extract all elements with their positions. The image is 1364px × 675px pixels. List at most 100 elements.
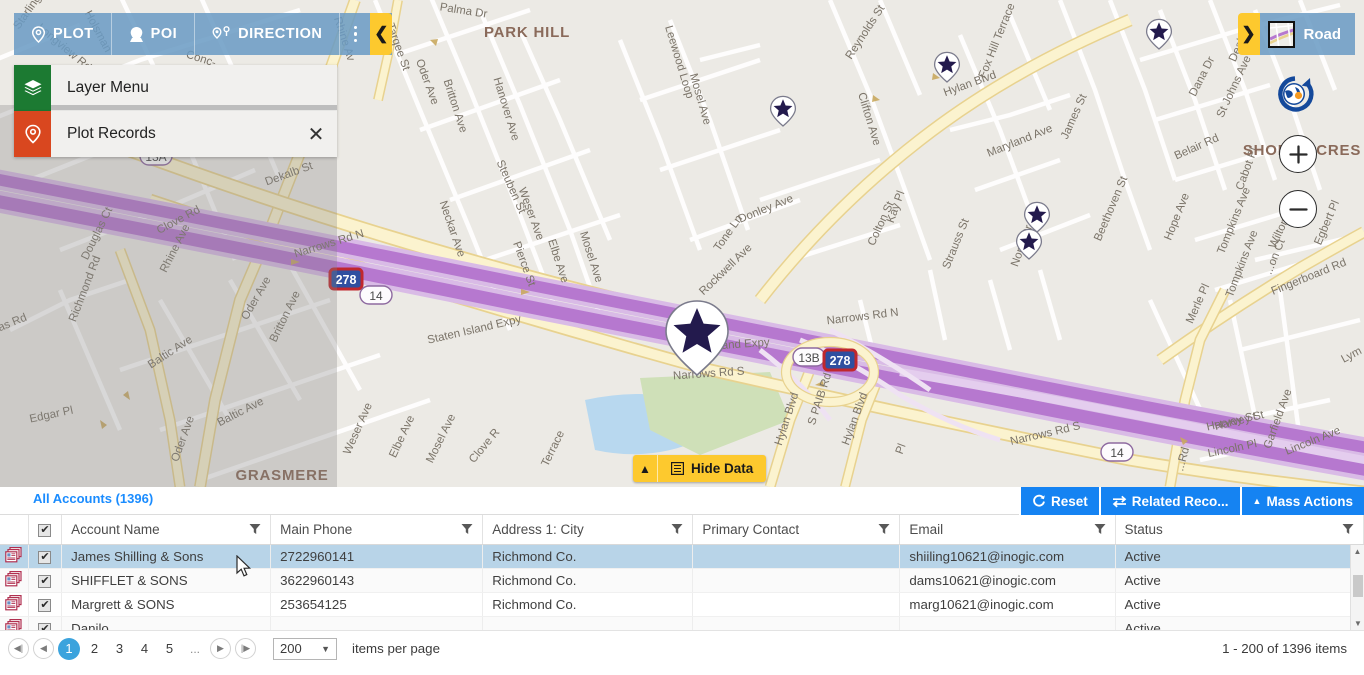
funnel-icon[interactable] [461,523,473,535]
row-checkbox[interactable]: ✔ [38,550,52,564]
cell-status[interactable]: Active [1115,592,1364,617]
page-ellipsis: ... [190,641,201,656]
cell-account-name[interactable]: SHIFFLET & SONS [61,568,272,593]
cell-main-phone[interactable]: 253654125 [270,592,484,617]
transfer-icon [1112,495,1127,507]
reset-button[interactable]: Reset [1018,487,1099,515]
toolbar-poi-button[interactable]: POI [112,13,196,55]
records-table-body: ✔ James Shilling & Sons 2722960141 Richmond… [0,544,1364,631]
table-row[interactable]: ✔ Margrett & SONS 253654125 Richmond Co. mar… [0,592,1364,617]
grid-vertical-scrollbar[interactable]: ▲ ▼ [1350,544,1364,631]
header-main-phone[interactable]: Main Phone [270,515,484,545]
toolbar-direction-button[interactable]: DIRECTION [195,13,341,55]
select-all-checkbox[interactable]: ✔ [38,523,52,537]
cell-email[interactable] [899,616,1116,631]
scroll-down-icon[interactable]: ▼ [1351,617,1364,631]
cell-main-phone[interactable]: 3622960143 [270,568,484,593]
toolbar-plot-button[interactable]: PLOT [14,13,112,55]
cell-city[interactable]: Richmond Co. [482,544,694,569]
map-type-road-button[interactable]: Road [1259,13,1355,55]
cell-status[interactable]: Active [1115,568,1364,593]
row-checkbox[interactable]: ✔ [38,598,52,612]
cell-city[interactable]: Richmond Co. [482,568,694,593]
svg-text:278: 278 [830,354,851,368]
highway-shield: 278 [328,267,364,291]
cell-city[interactable] [482,616,694,631]
svg-text:14: 14 [1110,446,1124,460]
plot-records-panel[interactable]: Plot Records ✕ [14,111,337,157]
cell-account-name[interactable]: James Shilling & Sons [61,544,272,569]
page-button-3[interactable]: 3 [109,638,130,659]
chevron-right-icon[interactable]: ❯ [1237,13,1260,55]
header-address-city[interactable]: Address 1: City [482,515,694,545]
cell-email[interactable]: marg10621@inogic.com [899,592,1116,617]
cell-main-phone[interactable]: 2722960141 [270,544,484,569]
zoom-in-button[interactable] [1279,135,1317,173]
zoom-out-button[interactable] [1279,190,1317,228]
cell-account-name[interactable]: Margrett & SONS [61,592,272,617]
cell-email[interactable]: dams10621@inogic.com [899,568,1116,593]
hide-data-button[interactable]: ▲ Hide Data [633,455,767,482]
close-icon[interactable]: ✕ [295,111,337,157]
scroll-up-icon[interactable]: ▲ [1351,545,1364,559]
cell-primary-contact[interactable] [692,616,901,631]
table-body-viewport[interactable]: ✔ James Shilling & Sons 2722960141 Richmond… [0,544,1364,631]
header-primary-contact[interactable]: Primary Contact [692,515,901,545]
plot-pin-icon [31,25,46,43]
header-email-label: Email [909,521,944,537]
cell-city[interactable]: Richmond Co. [482,592,694,617]
cell-main-phone[interactable] [270,616,484,631]
header-account-name-label: Account Name [71,521,160,537]
view-title[interactable]: All Accounts (1396) [33,491,153,506]
direction-pin-icon [212,25,230,39]
table-row[interactable]: ✔ Danilo Active [0,616,1364,631]
cell-email[interactable]: shiiling10621@inogic.com [899,544,1116,569]
page-button-5[interactable]: 5 [159,638,180,659]
first-page-icon[interactable]: ◀| [8,638,29,659]
table-row[interactable]: ✔ James Shilling & Sons 2722960141 Richmond… [0,544,1364,569]
caret-down-icon: ▼ [321,643,331,654]
table-row[interactable]: ✔ SHIFFLET & SONS 3622960143 Richmond Co. da… [0,568,1364,593]
row-records-icon-cell[interactable] [0,568,29,593]
page-size-select[interactable]: 200 ▼ [273,637,338,660]
cell-account-name[interactable]: Danilo [61,616,272,631]
cell-status[interactable]: Active [1115,616,1364,631]
globe-refresh-icon[interactable] [1274,73,1316,120]
mass-actions-button[interactable]: ▲ Mass Actions [1239,487,1364,515]
header-select-all-cell[interactable]: ✔ [28,515,63,545]
layers-icon [14,65,51,111]
funnel-icon[interactable] [249,523,261,535]
header-status[interactable]: Status [1115,515,1364,545]
scrollbar-thumb[interactable] [1353,574,1363,597]
funnel-icon[interactable] [1342,523,1354,535]
row-checkbox-cell[interactable]: ✔ [28,616,63,631]
cell-status[interactable]: Active [1115,544,1364,569]
more-vertical-icon[interactable] [340,13,370,55]
related-records-button[interactable]: Related Reco... [1098,487,1240,515]
row-checkbox-cell[interactable]: ✔ [28,568,63,593]
funnel-icon[interactable] [671,523,683,535]
page-button-1[interactable]: 1 [58,637,80,660]
page-button-4[interactable]: 4 [134,638,155,659]
funnel-icon[interactable] [878,523,890,535]
cell-primary-contact[interactable] [692,592,901,617]
row-checkbox-cell[interactable]: ✔ [28,592,63,617]
panel-scroll-strip[interactable] [51,105,337,110]
last-page-icon[interactable]: |▶ [235,638,257,659]
header-account-name[interactable]: Account Name [61,515,272,545]
toolbar-direction-label: DIRECTION [238,26,323,42]
cell-primary-contact[interactable] [692,568,901,593]
row-records-icon-cell[interactable] [0,544,29,569]
grid-header-bar: All Accounts (1396) Reset Related Reco..… [0,487,1364,515]
row-checkbox-cell[interactable]: ✔ [28,544,63,569]
prev-page-icon[interactable]: ◀ [33,638,54,659]
chevron-left-icon[interactable]: ❮ [370,13,393,55]
cell-primary-contact[interactable] [692,544,901,569]
funnel-icon[interactable] [1094,523,1106,535]
row-records-icon-cell[interactable] [0,592,29,617]
header-email[interactable]: Email [899,515,1116,545]
row-records-icon-cell[interactable] [0,616,29,631]
next-page-icon[interactable]: ▶ [210,638,232,659]
row-checkbox[interactable]: ✔ [38,574,52,588]
page-button-2[interactable]: 2 [84,638,105,659]
